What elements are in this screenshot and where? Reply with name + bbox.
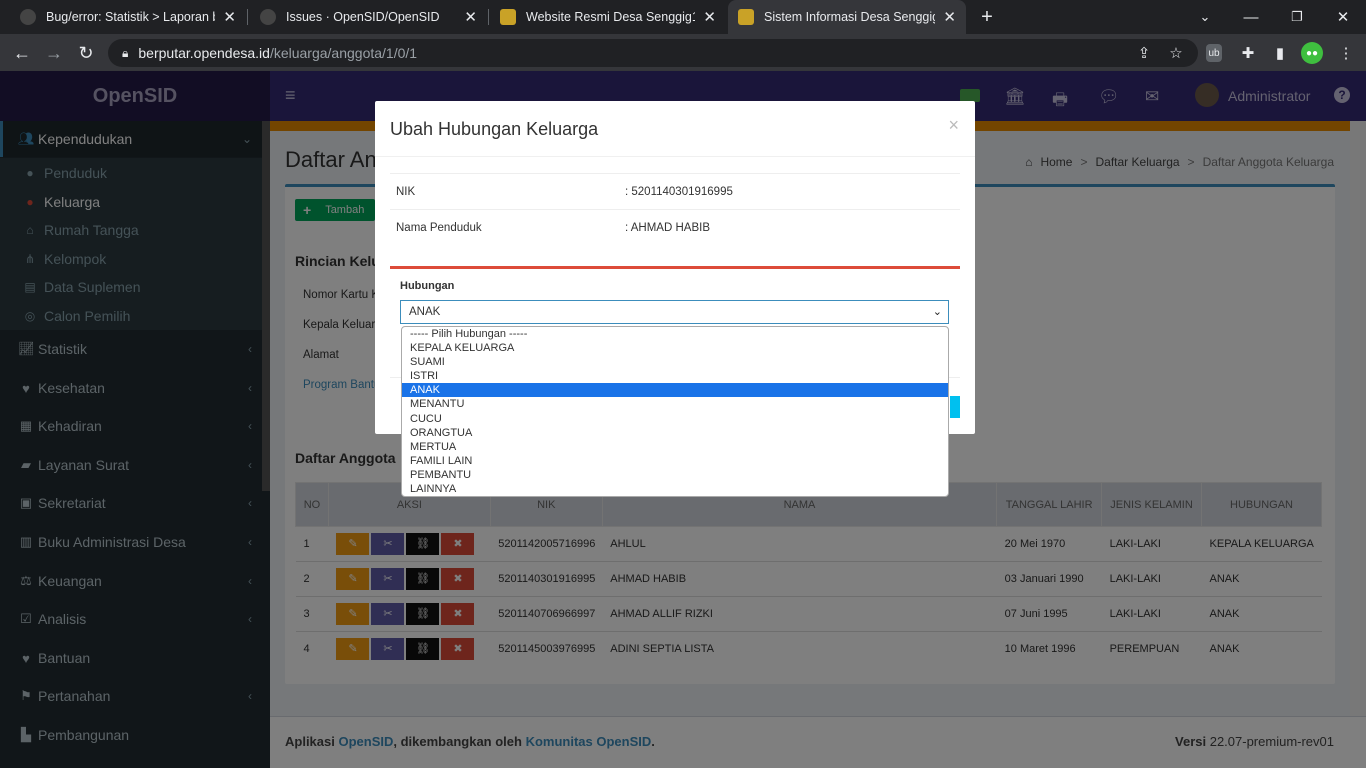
option-anak-selected[interactable]: ANAK bbox=[402, 383, 948, 398]
option-cucu[interactable]: CUCU bbox=[402, 412, 948, 426]
address-bar-row: ← → ↻ 🔒︎ berputar.opendesa.id/keluarga/a… bbox=[0, 34, 1366, 71]
village-emblem-icon bbox=[500, 9, 516, 25]
nama-value: : AHMAD HABIB bbox=[625, 222, 710, 234]
url-host: berputar.opendesa.id bbox=[138, 45, 270, 61]
village-emblem-icon bbox=[738, 9, 754, 25]
extensions-puzzle-icon[interactable]: ✚ bbox=[1238, 43, 1258, 63]
browser-menu-icon[interactable]: ⋮ bbox=[1336, 43, 1356, 63]
back-icon[interactable]: ← bbox=[10, 41, 34, 65]
window-close-icon[interactable]: ✕ bbox=[1320, 0, 1366, 34]
tab-title: Website Resmi Desa Senggig1 Ke bbox=[526, 10, 696, 24]
share-icon[interactable]: ⇪ bbox=[1134, 43, 1154, 63]
modal-header-divider bbox=[375, 156, 975, 157]
hubungan-options-list: ----- Pilih Hubungan ----- KEPALA KELUAR… bbox=[401, 326, 949, 497]
nik-row: NIK : 5201140301916995 bbox=[390, 173, 960, 209]
modal-close-icon[interactable]: × bbox=[948, 115, 959, 136]
modal-title: Ubah Hubungan Keluarga bbox=[390, 119, 599, 139]
profile-avatar-icon[interactable]: ●● bbox=[1301, 42, 1323, 64]
forward-icon[interactable]: → bbox=[42, 41, 66, 65]
browser-tab-bar: Bug/error: Statistik > Laporan bul ✕ Iss… bbox=[0, 0, 1366, 34]
browser-tab-1[interactable]: Bug/error: Statistik > Laporan bul ✕ bbox=[10, 0, 246, 34]
bookmark-star-icon[interactable]: ☆ bbox=[1166, 43, 1186, 63]
close-tab-icon[interactable]: ✕ bbox=[464, 8, 477, 26]
option-pembantu[interactable]: PEMBANTU bbox=[402, 468, 948, 482]
option-istri[interactable]: ISTRI bbox=[402, 369, 948, 383]
tab-search-icon[interactable]: ⌄ bbox=[1182, 0, 1228, 34]
hubungan-label: Hubungan bbox=[400, 280, 455, 292]
select-value: ANAK bbox=[409, 306, 441, 318]
restore-icon[interactable]: ❐ bbox=[1274, 0, 1320, 34]
close-tab-icon[interactable]: ✕ bbox=[943, 8, 956, 26]
browser-tab-2[interactable]: Issues · OpenSID/OpenSID ✕ bbox=[250, 0, 487, 34]
option-lainnya[interactable]: LAINNYA bbox=[402, 482, 948, 496]
minimize-icon[interactable]: — bbox=[1228, 0, 1274, 34]
option-suami[interactable]: SUAMI bbox=[402, 355, 948, 369]
nama-row: Nama Penduduk : AHMAD HABIB bbox=[390, 209, 960, 245]
tab-separator bbox=[247, 9, 248, 25]
option-mertua[interactable]: MERTUA bbox=[402, 440, 948, 454]
nik-value: : 5201140301916995 bbox=[625, 186, 733, 198]
lock-icon: 🔒︎ bbox=[122, 45, 129, 60]
chevron-down-icon: ⌄ bbox=[932, 306, 942, 318]
option-famili-lain[interactable]: FAMILI LAIN bbox=[402, 454, 948, 468]
reload-icon[interactable]: ↻ bbox=[74, 41, 98, 65]
form-box-top-border bbox=[390, 266, 960, 269]
tab-title: Issues · OpenSID/OpenSID bbox=[286, 10, 440, 24]
option-kepala-keluarga[interactable]: KEPALA KELUARGA bbox=[402, 341, 948, 355]
option-placeholder[interactable]: ----- Pilih Hubungan ----- bbox=[402, 327, 948, 341]
tab-separator bbox=[488, 9, 489, 25]
github-icon bbox=[20, 9, 36, 25]
url-bar[interactable]: 🔒︎ berputar.opendesa.id/keluarga/anggota… bbox=[108, 39, 1198, 67]
github-icon bbox=[260, 9, 276, 25]
close-tab-icon[interactable]: ✕ bbox=[223, 8, 236, 26]
tab-title: Sistem Informasi Desa Senggig1 bbox=[764, 10, 936, 24]
url-path: /keluarga/anggota/1/0/1 bbox=[269, 45, 418, 61]
simpan-button[interactable] bbox=[950, 396, 960, 418]
side-panel-icon[interactable]: ▮ bbox=[1270, 43, 1290, 63]
browser-tab-4-active[interactable]: Sistem Informasi Desa Senggig1 ✕ bbox=[728, 0, 966, 34]
new-tab-button[interactable]: + bbox=[972, 0, 1002, 34]
ublock-icon[interactable]: ub bbox=[1206, 44, 1222, 62]
close-tab-icon[interactable]: ✕ bbox=[703, 8, 716, 26]
option-menantu[interactable]: MENANTU bbox=[402, 397, 948, 411]
browser-tab-3[interactable]: Website Resmi Desa Senggig1 Ke ✕ bbox=[490, 0, 726, 34]
nik-label: NIK bbox=[396, 186, 416, 198]
hubungan-select[interactable]: ANAK ⌄ bbox=[400, 300, 949, 324]
tab-title: Bug/error: Statistik > Laporan bul bbox=[46, 10, 216, 24]
nama-label: Nama Penduduk bbox=[396, 222, 482, 234]
option-orangtua[interactable]: ORANGTUA bbox=[402, 426, 948, 440]
